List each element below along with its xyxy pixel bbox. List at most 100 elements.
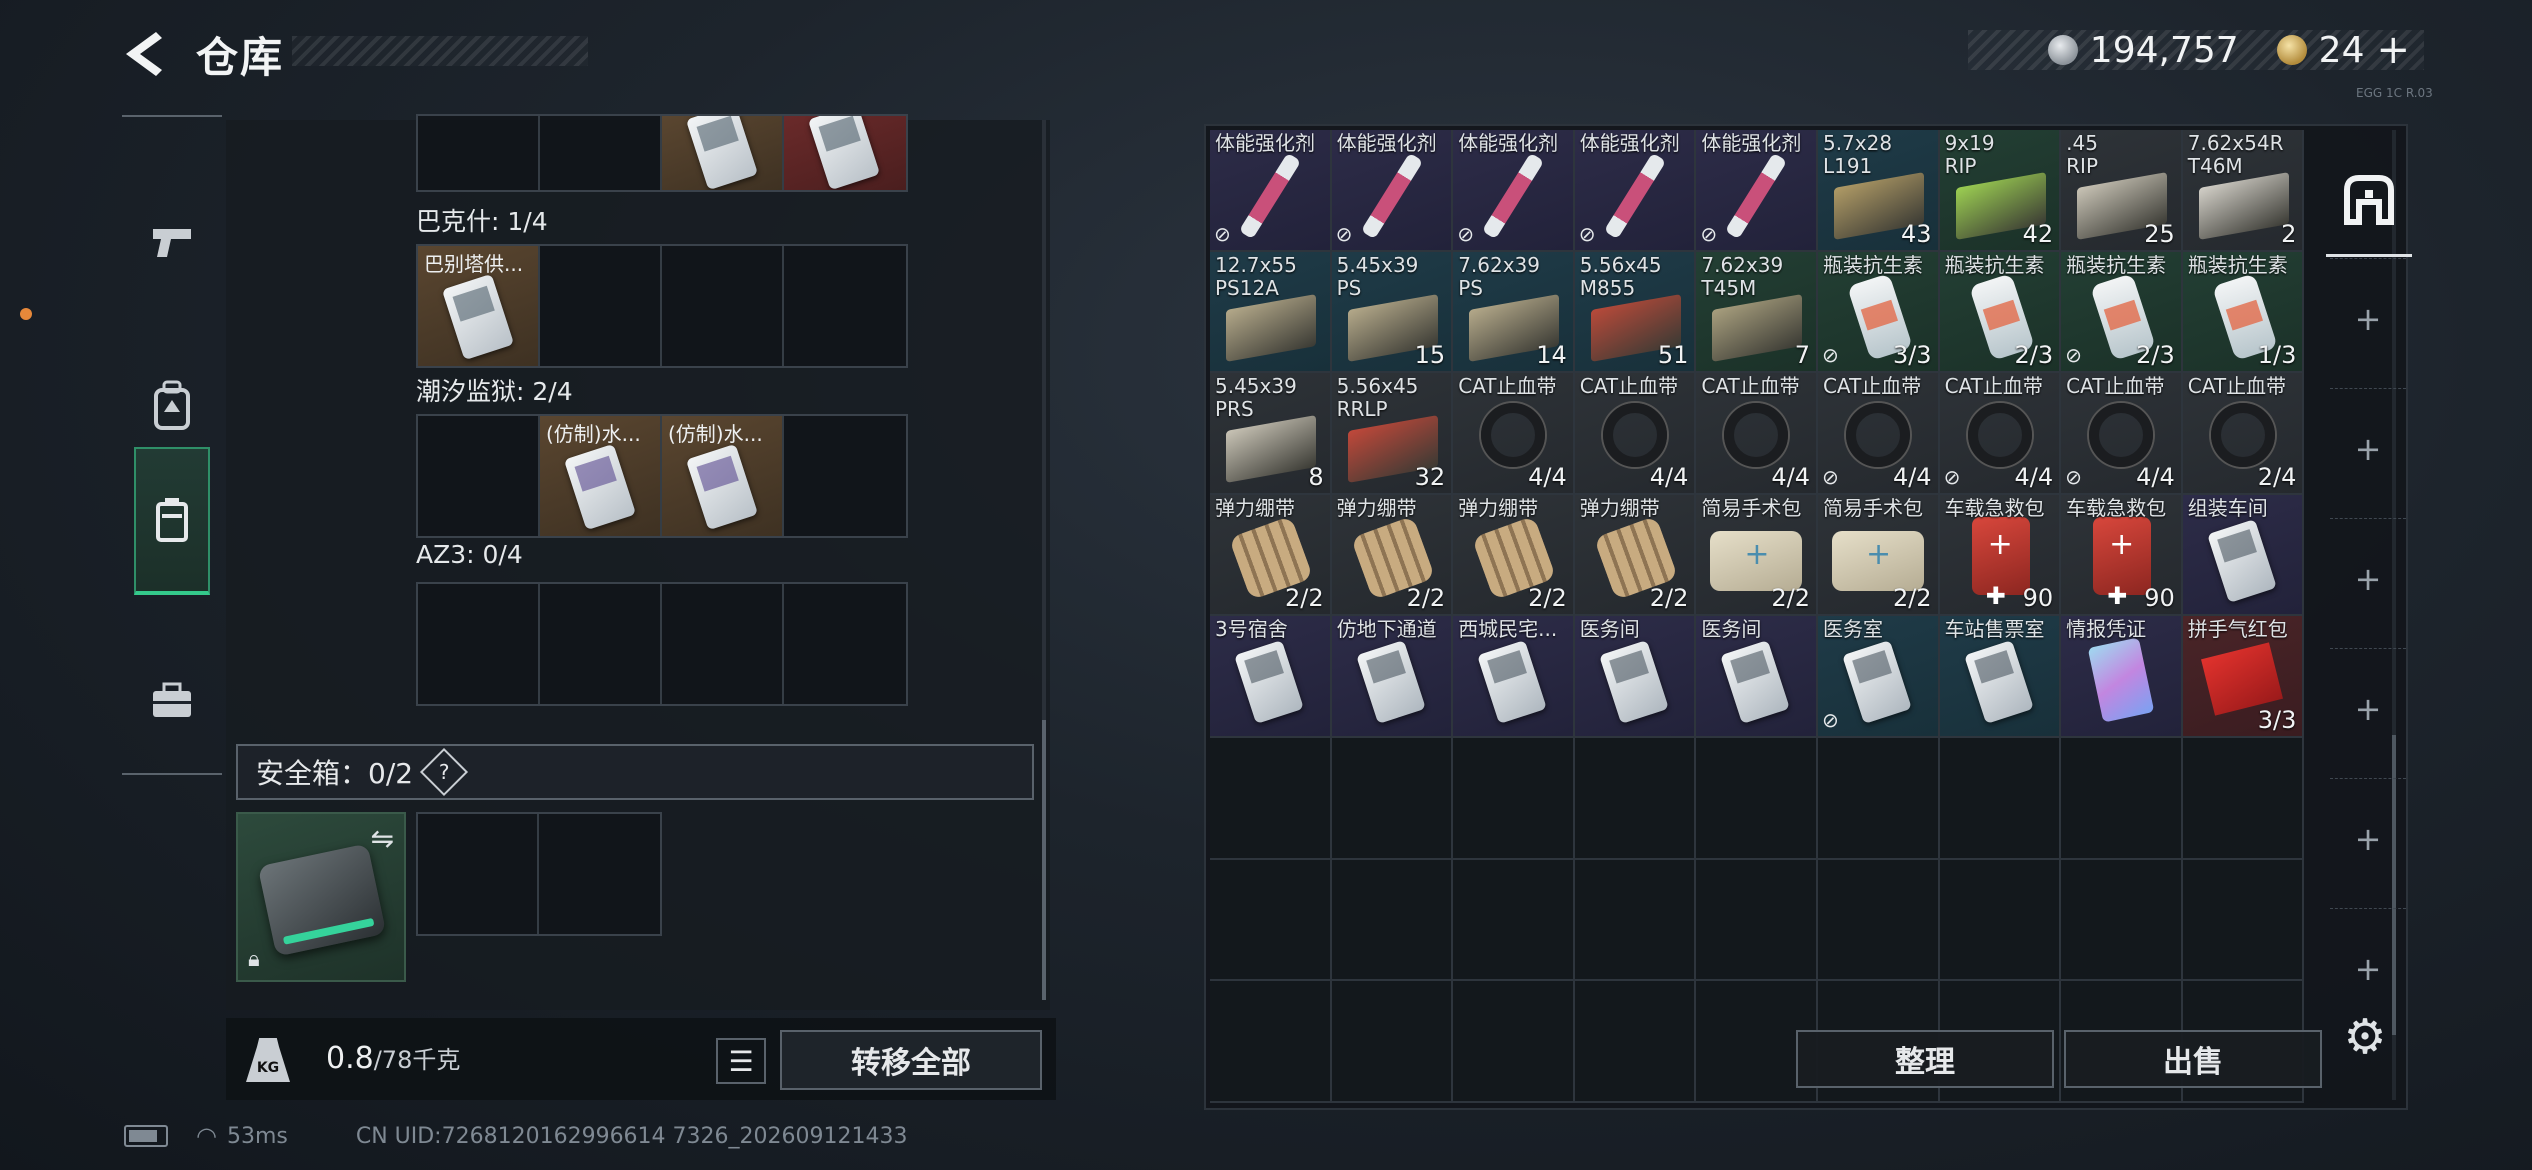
warehouse-item[interactable]: 5.56x45 M855 51 <box>1574 251 1697 374</box>
warehouse-item[interactable]: 医务室 ⊘ <box>1817 616 1940 738</box>
warehouse-empty-slot[interactable] <box>1210 859 1332 982</box>
slot-empty[interactable] <box>662 584 784 704</box>
back-button[interactable] <box>118 26 170 82</box>
warehouse-item[interactable]: 5.45x39 PS 15 <box>1331 251 1454 374</box>
slot-filled[interactable]: (仿制)水... <box>540 416 662 536</box>
sort-button[interactable]: 整理 <box>1796 1030 2054 1088</box>
transfer-all-button[interactable]: 转移全部 <box>780 1030 1042 1090</box>
warehouse-item[interactable]: .45 RIP 25 <box>2061 130 2183 252</box>
nav-keycard-case[interactable] <box>134 447 210 595</box>
warehouse-empty-slot[interactable] <box>1574 859 1697 982</box>
warehouse-item[interactable]: 医务间 <box>1696 616 1818 738</box>
slot[interactable] <box>784 116 906 190</box>
warehouse-empty-slot[interactable] <box>1331 981 1454 1103</box>
warehouse-item[interactable]: 弹力绷带 2/2 <box>1210 494 1332 617</box>
warehouse-empty-slot[interactable] <box>1817 859 1940 982</box>
warehouse-item[interactable]: 简易手术包 2/2 <box>1817 494 1940 617</box>
add-warehouse-tab-button[interactable]: + <box>2330 778 2406 898</box>
slot-empty[interactable] <box>540 584 662 704</box>
slot[interactable] <box>418 116 540 190</box>
warehouse-empty-slot[interactable] <box>1574 737 1697 860</box>
list-view-button[interactable]: ☰ <box>716 1038 766 1084</box>
slot-empty[interactable] <box>418 584 540 704</box>
warehouse-item[interactable]: 5.7x28 L191 43 <box>1817 130 1940 252</box>
warehouse-item[interactable]: 弹力绷带 2/2 <box>1574 494 1697 617</box>
warehouse-empty-slot[interactable] <box>1210 737 1332 860</box>
warehouse-empty-slot[interactable] <box>1817 737 1940 860</box>
warehouse-item[interactable]: 车站售票室 <box>1939 616 2062 738</box>
warehouse-item[interactable]: 体能强化剂 ⊘ <box>1331 130 1454 252</box>
slot-empty[interactable] <box>539 814 660 934</box>
warehouse-item[interactable]: CAT止血带 4/4 <box>1696 373 1818 495</box>
warehouse-empty-slot[interactable] <box>2061 859 2183 982</box>
warehouse-item[interactable]: 体能强化剂 ⊘ <box>1696 130 1818 252</box>
warehouse-item[interactable]: 医务间 <box>1574 616 1697 738</box>
warehouse-empty-slot[interactable] <box>1574 981 1697 1103</box>
container-scrollbar[interactable] <box>1042 120 1046 1000</box>
swap-icon[interactable]: ⇋ <box>371 822 394 855</box>
warehouse-item[interactable]: 7.62x39 T45M 7 <box>1696 251 1818 374</box>
slot-filled[interactable]: 巴别塔供... <box>418 246 540 366</box>
warehouse-empty-slot[interactable] <box>1453 859 1575 982</box>
warehouse-empty-slot[interactable] <box>2182 737 2305 860</box>
warehouse-item[interactable]: 7.62x54R T46M 2 <box>2182 130 2305 252</box>
sell-button[interactable]: 出售 <box>2064 1030 2322 1088</box>
slot-empty[interactable] <box>540 246 662 366</box>
warehouse-item[interactable]: 车载急救包 90 ✚ <box>2061 494 2183 617</box>
slot-empty[interactable] <box>784 584 906 704</box>
warehouse-item[interactable]: CAT止血带 4/4 <box>1453 373 1575 495</box>
warehouse-empty-slot[interactable] <box>1453 737 1575 860</box>
nav-weapons[interactable] <box>134 167 210 315</box>
settings-gear-icon[interactable]: ⚙ <box>2338 1010 2392 1064</box>
warehouse-item[interactable]: 9x19 RIP 42 <box>1939 130 2062 252</box>
warehouse-item[interactable]: CAT止血带 4/4 ⊘ <box>2061 373 2183 495</box>
help-button[interactable]: ? <box>420 747 469 797</box>
warehouse-empty-slot[interactable] <box>2182 859 2305 982</box>
slot-empty[interactable] <box>784 416 906 536</box>
add-warehouse-tab-button[interactable]: + <box>2330 388 2406 508</box>
warehouse-item[interactable]: 弹力绷带 2/2 <box>1331 494 1454 617</box>
warehouse-item[interactable]: 瓶装抗生素 2/3 ⊘ <box>2061 251 2183 374</box>
warehouse-empty-slot[interactable] <box>1331 859 1454 982</box>
warehouse-item[interactable]: 拼手气红包 3/3 <box>2182 616 2305 738</box>
slot-empty[interactable] <box>418 814 540 934</box>
warehouse-empty-slot[interactable] <box>1696 859 1818 982</box>
warehouse-empty-slot[interactable] <box>1939 737 2062 860</box>
warehouse-item[interactable]: 弹力绷带 2/2 <box>1453 494 1575 617</box>
warehouse-item[interactable]: 车载急救包 90 ✚ <box>1939 494 2062 617</box>
warehouse-empty-slot[interactable] <box>1210 981 1332 1103</box>
warehouse-item[interactable]: 5.56x45 RRLP 32 <box>1331 373 1454 495</box>
warehouse-empty-slot[interactable] <box>1453 981 1575 1103</box>
slot-empty[interactable] <box>784 246 906 366</box>
warehouse-empty-slot[interactable] <box>2061 737 2183 860</box>
nav-toolbox[interactable] <box>134 627 210 775</box>
warehouse-item[interactable]: 3号宿舍 <box>1210 616 1332 738</box>
add-currency-button[interactable]: + <box>2376 27 2410 73</box>
warehouse-item[interactable]: 情报凭证 <box>2061 616 2183 738</box>
warehouse-item[interactable]: 体能强化剂 ⊘ <box>1574 130 1697 252</box>
warehouse-empty-slot[interactable] <box>1939 859 2062 982</box>
add-warehouse-tab-button[interactable]: + <box>2330 648 2406 768</box>
warehouse-item[interactable]: 简易手术包 2/2 <box>1696 494 1818 617</box>
warehouse-item[interactable]: 仿地下通道 <box>1331 616 1454 738</box>
warehouse-empty-slot[interactable] <box>1331 737 1454 860</box>
warehouse-item[interactable]: 瓶装抗生素 1/3 <box>2182 251 2305 374</box>
warehouse-item[interactable]: CAT止血带 4/4 ⊘ <box>1817 373 1940 495</box>
slot[interactable] <box>662 116 784 190</box>
warehouse-item[interactable]: 7.62x39 PS 14 <box>1453 251 1575 374</box>
warehouse-item[interactable]: CAT止血带 4/4 ⊘ <box>1939 373 2062 495</box>
warehouse-empty-slot[interactable] <box>1696 737 1818 860</box>
warehouse-tab-main[interactable] <box>2326 145 2412 257</box>
slot-empty[interactable] <box>662 246 784 366</box>
add-warehouse-tab-button[interactable]: + <box>2330 518 2406 638</box>
warehouse-item[interactable]: 组装车间 <box>2182 494 2305 617</box>
safe-box-item[interactable]: ⇋ 🔒︎ <box>236 812 406 982</box>
warehouse-item[interactable]: 西城民宅... <box>1453 616 1575 738</box>
add-warehouse-tab-button[interactable]: + <box>2330 258 2406 378</box>
slot-filled[interactable]: (仿制)水... <box>662 416 784 536</box>
warehouse-item[interactable]: CAT止血带 2/4 <box>2182 373 2305 495</box>
warehouse-item[interactable]: 体能强化剂 ⊘ <box>1210 130 1332 252</box>
warehouse-item[interactable]: 12.7x55 PS12A <box>1210 251 1332 374</box>
warehouse-item[interactable]: 体能强化剂 ⊘ <box>1453 130 1575 252</box>
warehouse-item[interactable]: CAT止血带 4/4 <box>1574 373 1697 495</box>
